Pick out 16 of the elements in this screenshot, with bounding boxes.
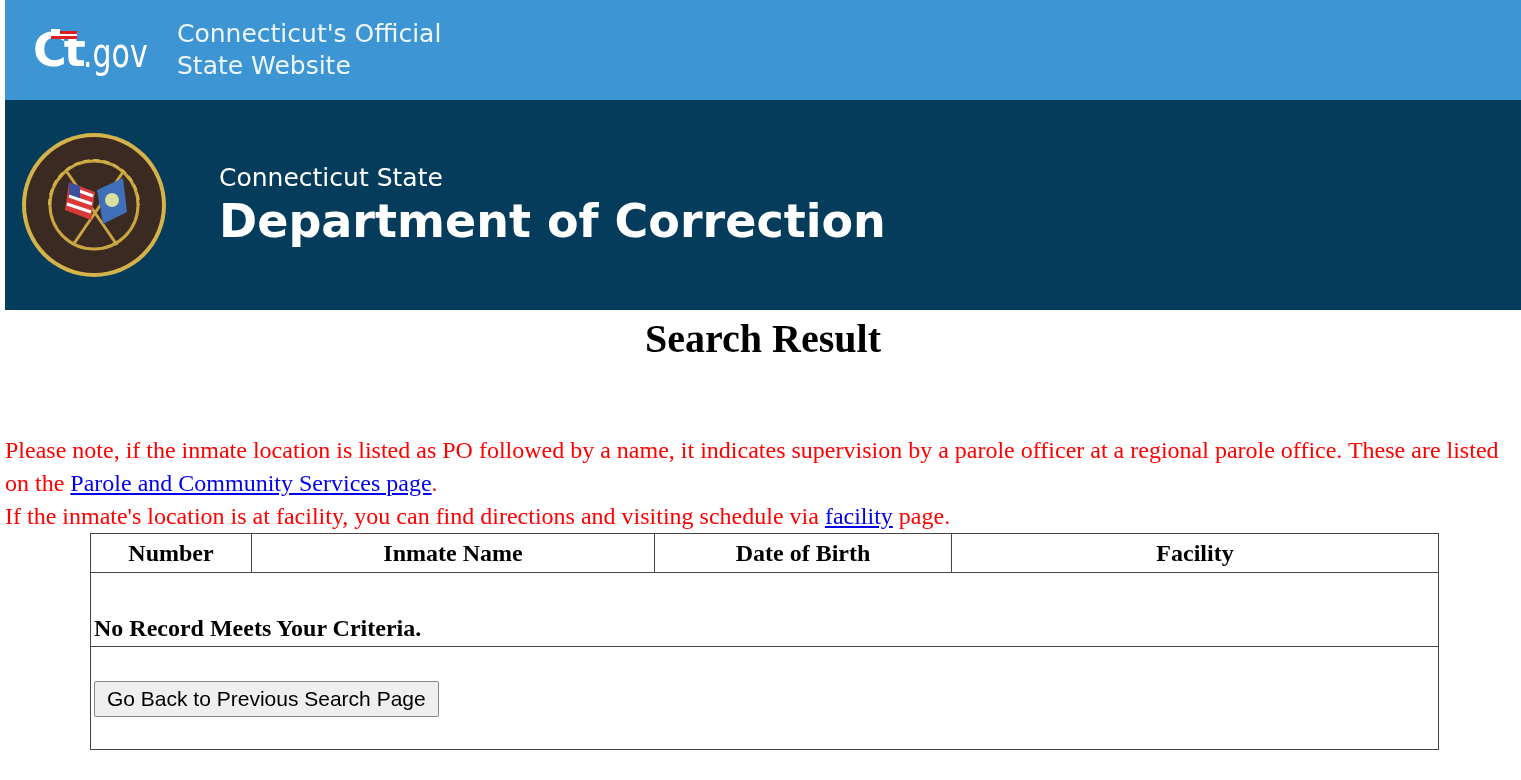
column-header: Inmate Name	[252, 534, 655, 573]
agency-kicker: Connecticut State	[219, 162, 444, 192]
empty-message: No Record Meets Your Criteria.	[94, 615, 422, 641]
notice-text: Please note, if the inmate location is listed as PO followed by a name, it indicates supervision by a parole officer at a regional parole office. These are listed on the Parole and Community Services page.	[5, 436, 1500, 498]
column-header: Date of Birth	[655, 534, 952, 573]
agency-title: Department of Correction	[219, 193, 886, 248]
back-button[interactable]: Go Back to Previous Search Page	[94, 681, 439, 717]
notice-text: If the inmate's location is at facility, you can find directions and visiting schedule via facility page.	[5, 502, 952, 531]
page-title: Search Result	[644, 316, 882, 362]
seal-emblem-icon	[19, 130, 169, 280]
column-header: Number	[91, 534, 252, 573]
page-link[interactable]: facility	[824, 503, 893, 529]
column-header: Facility	[952, 534, 1438, 573]
page-link[interactable]: Parole and Community Services page	[70, 470, 432, 496]
site-tagline: State Website	[177, 50, 352, 82]
site-tagline: Connecticut's Official	[177, 18, 442, 50]
